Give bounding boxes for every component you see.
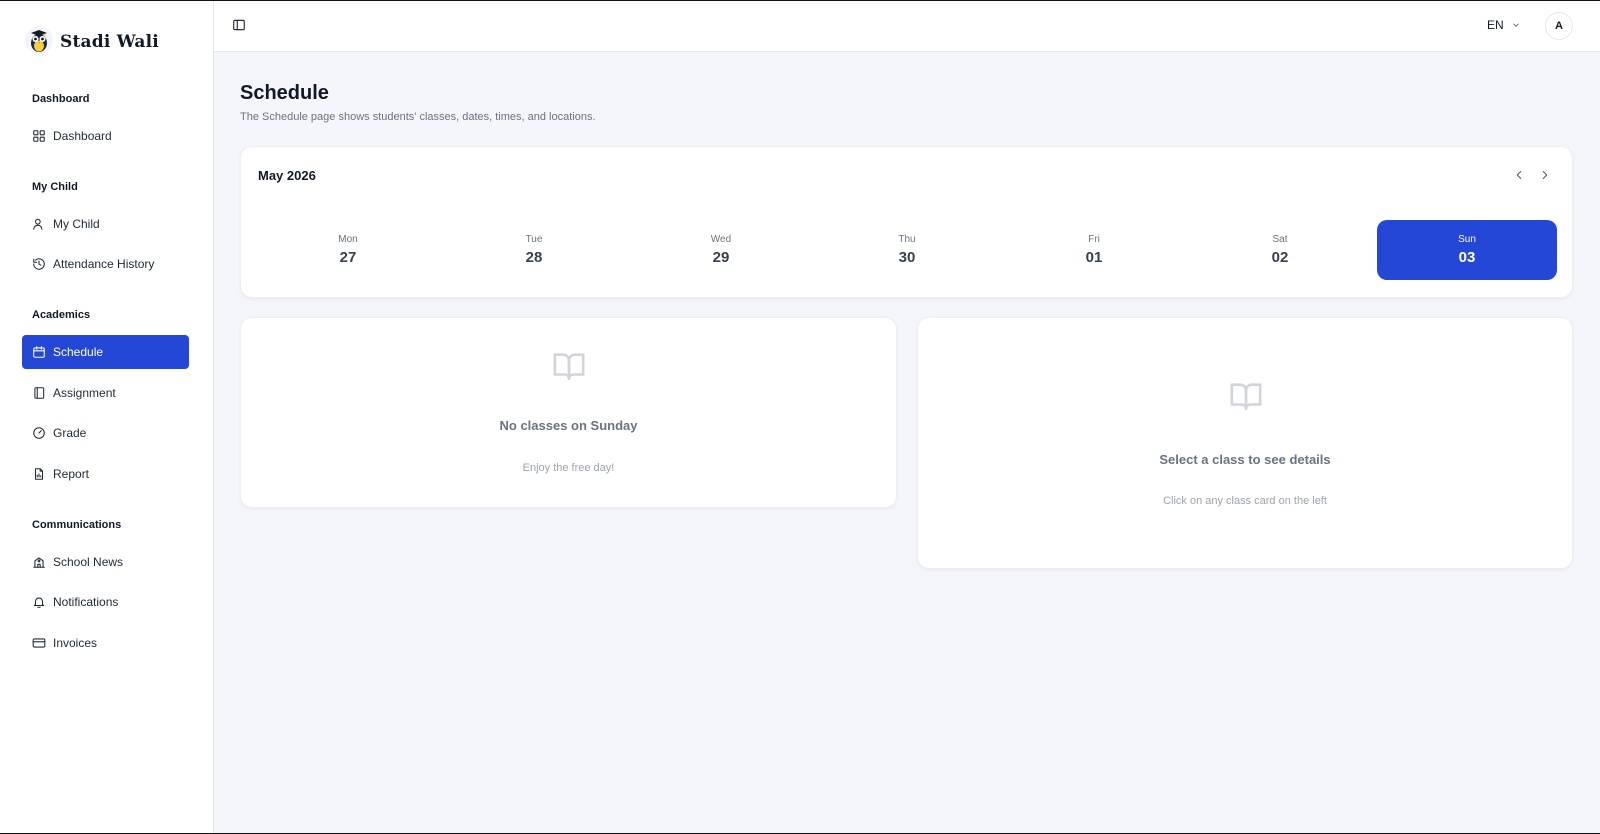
day-fri[interactable]: Fri 01 xyxy=(1004,220,1184,280)
calendar-icon xyxy=(32,345,46,359)
brand[interactable]: Stadi Wali xyxy=(24,25,159,60)
bell-icon xyxy=(32,595,46,609)
day-name: Sun xyxy=(1458,234,1476,245)
day-tue[interactable]: Tue 28 xyxy=(444,220,624,280)
page-title: Schedule xyxy=(240,82,329,104)
panel-left-icon xyxy=(233,19,245,31)
next-week-button[interactable] xyxy=(1538,168,1552,182)
book-open-icon xyxy=(552,349,586,383)
day-name: Fri xyxy=(1088,234,1100,245)
sidebar-item-label: Grade xyxy=(53,426,87,440)
sidebar-toggle-button[interactable] xyxy=(232,18,246,32)
section-label-dashboard: Dashboard xyxy=(32,93,90,105)
day-thu[interactable]: Thu 30 xyxy=(817,220,997,280)
school-icon xyxy=(32,555,46,569)
day-number: 30 xyxy=(898,249,916,266)
sidebar-item-label: Assignment xyxy=(53,386,116,400)
sidebar-item-label: School News xyxy=(53,555,124,569)
sidebar-item-label: Report xyxy=(53,467,90,481)
history-icon xyxy=(32,257,46,271)
sidebar-item-dashboard[interactable]: Dashboard xyxy=(22,119,189,153)
day-sat[interactable]: Sat 02 xyxy=(1190,220,1370,280)
avatar[interactable]: A xyxy=(1545,12,1573,40)
day-name: Mon xyxy=(338,234,358,245)
credit-card-icon xyxy=(32,636,46,650)
sidebar-item-report[interactable]: Report xyxy=(22,457,189,491)
day-name: Wed xyxy=(710,234,732,245)
day-number: 29 xyxy=(712,249,730,266)
empty-state-title: No classes on Sunday xyxy=(499,418,638,433)
day-name: Sat xyxy=(1272,234,1288,245)
book-open-icon xyxy=(1229,379,1263,413)
gauge-icon xyxy=(32,426,46,440)
empty-state-subtitle: Click on any class card on the left xyxy=(1163,495,1327,507)
day-name: Thu xyxy=(898,234,916,245)
sidebar-item-label: Dashboard xyxy=(53,129,112,143)
week-calendar: May 2026 Mon 27 Tue 28 Wed 29 Thu 30 Fri… xyxy=(240,146,1573,298)
brand-name: Stadi Wali xyxy=(60,32,159,52)
section-label-my-child: My Child xyxy=(32,181,78,193)
previous-week-button[interactable] xyxy=(1512,168,1526,182)
section-label-academics: Academics xyxy=(32,309,91,321)
empty-state-subtitle: Enjoy the free day! xyxy=(522,462,615,474)
empty-state-title: Select a class to see details xyxy=(1159,452,1331,467)
sidebar: Stadi Wali Dashboard Dashboard My Child … xyxy=(0,1,214,833)
topbar: EN A xyxy=(214,1,1600,52)
classes-panel: No classes on Sunday Enjoy the free day! xyxy=(240,317,897,508)
language-select[interactable]: EN xyxy=(1487,18,1521,32)
section-label-communications: Communications xyxy=(32,519,122,531)
day-number: 03 xyxy=(1458,249,1476,266)
sidebar-item-assignment[interactable]: Assignment xyxy=(22,376,189,410)
sidebar-item-school-news[interactable]: School News xyxy=(22,545,189,579)
chevron-right-icon xyxy=(1542,170,1548,180)
day-number: 01 xyxy=(1085,249,1103,266)
sidebar-item-label: Invoices xyxy=(53,636,98,650)
day-wed[interactable]: Wed 29 xyxy=(631,220,811,280)
day-sun[interactable]: Sun 03 xyxy=(1377,220,1557,280)
sidebar-item-attendance-history[interactable]: Attendance History xyxy=(22,247,189,281)
sidebar-item-schedule[interactable]: Schedule xyxy=(22,335,189,369)
sidebar-item-label: Attendance History xyxy=(53,257,155,271)
day-mon[interactable]: Mon 27 xyxy=(258,220,438,280)
user-icon xyxy=(32,217,46,231)
month-label: May 2026 xyxy=(258,168,316,183)
owl-logo-icon xyxy=(24,25,54,60)
chevron-left-icon xyxy=(1516,170,1522,180)
class-details-panel: Select a class to see details Click on a… xyxy=(917,317,1573,569)
day-name: Tue xyxy=(525,234,543,245)
sidebar-item-my-child[interactable]: My Child xyxy=(22,207,189,241)
report-icon xyxy=(32,467,46,481)
grid-icon xyxy=(32,129,46,143)
sidebar-item-grade[interactable]: Grade xyxy=(22,416,189,450)
day-number: 02 xyxy=(1271,249,1289,266)
notebook-icon xyxy=(32,386,46,400)
sidebar-item-label: Notifications xyxy=(53,595,119,609)
sidebar-item-invoices[interactable]: Invoices xyxy=(22,626,189,660)
chevron-down-icon xyxy=(1512,23,1519,27)
day-number: 27 xyxy=(339,249,357,266)
sidebar-item-label: Schedule xyxy=(53,345,104,359)
sidebar-item-label: My Child xyxy=(53,217,100,231)
page-subtitle: The Schedule page shows students' classe… xyxy=(240,111,596,123)
day-number: 28 xyxy=(525,249,543,266)
language-label: EN xyxy=(1487,18,1504,32)
sidebar-item-notifications[interactable]: Notifications xyxy=(22,585,189,619)
